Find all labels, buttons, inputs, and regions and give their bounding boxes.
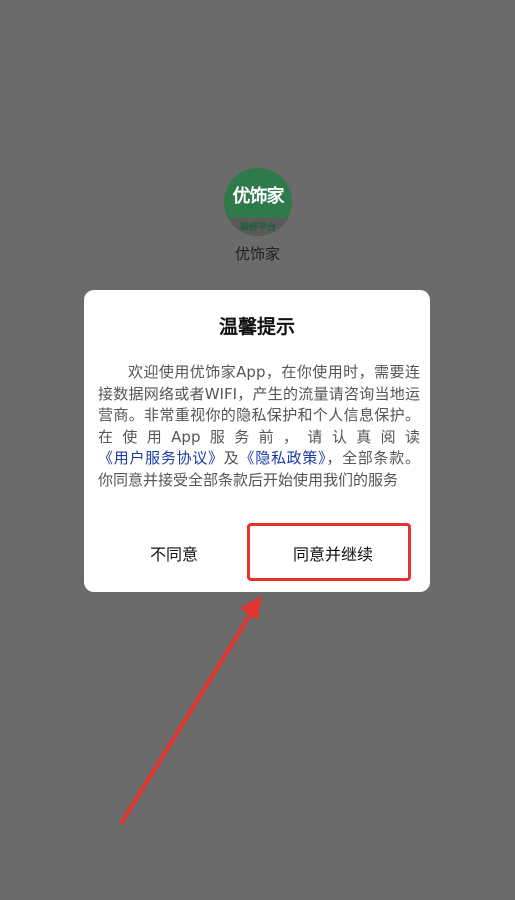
agree-continue-button[interactable]: 同意并继续: [258, 533, 408, 577]
app-logo: 优饰家 装修平台: [224, 168, 292, 236]
dialog-body-text: 欢迎使用优饰家App，在你使用时，需要连接数据网络或者WIFI，产生的流量请咨询…: [98, 363, 420, 446]
dialog-body-and: 及: [223, 449, 240, 467]
app-logo-subtext: 装修平台: [239, 223, 276, 233]
privacy-dialog: 温馨提示 欢迎使用优饰家App，在你使用时，需要连接数据网络或者WIFI，产生的…: [84, 290, 430, 592]
dialog-title: 温馨提示: [218, 316, 295, 338]
disagree-button[interactable]: 不同意: [104, 533, 244, 577]
app-name: 优饰家: [234, 245, 280, 263]
app-logo-text: 优饰家: [232, 186, 285, 207]
user-agreement-link[interactable]: 《用户服务协议》: [98, 449, 224, 467]
privacy-policy-link[interactable]: 《隐私政策》: [240, 449, 327, 467]
dialog-body: 欢迎使用优饰家App，在你使用时，需要连接数据网络或者WIFI，产生的流量请咨询…: [98, 362, 420, 491]
